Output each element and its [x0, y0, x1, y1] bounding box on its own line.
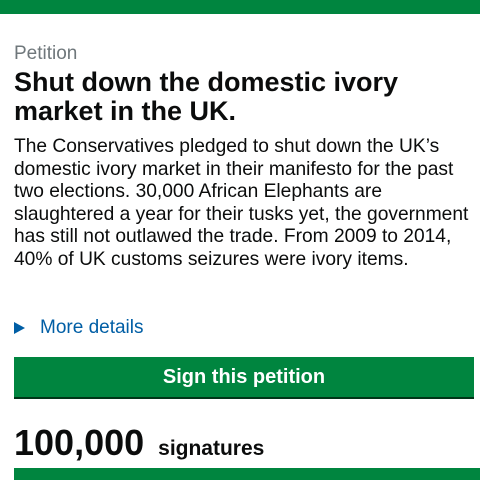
more-details-label: More details — [40, 317, 144, 338]
triangle-right-icon — [14, 322, 25, 334]
petition-title: Shut down the domestic ivory market in t… — [14, 67, 399, 126]
bottom-green-bar — [14, 468, 480, 480]
more-details-link[interactable]: More details — [14, 318, 144, 338]
sign-petition-button[interactable]: Sign this petition — [14, 357, 474, 397]
petition-summary: The Conservatives pledged to shut down t… — [14, 136, 469, 270]
signature-label: signatures — [158, 437, 265, 460]
signature-count: 100,000 — [14, 422, 145, 463]
petition-eyebrow: Petition — [14, 43, 78, 64]
petition-page: Petition Shut down the domestic ivory ma… — [0, 0, 480, 480]
signature-count-block: 100,000 signatures — [14, 423, 264, 463]
top-green-bar — [0, 0, 480, 14]
